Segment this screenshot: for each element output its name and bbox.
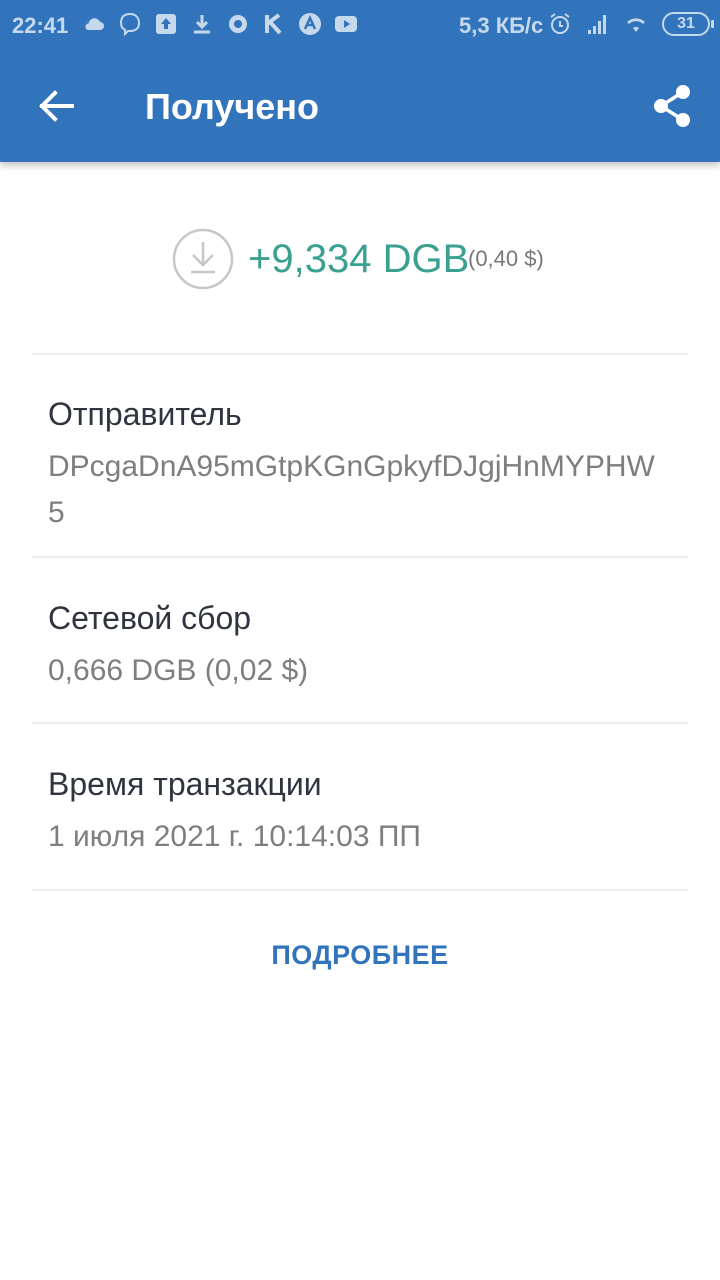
sender-label: Отправитель: [48, 396, 242, 432]
download-icon: [194, 15, 210, 34]
notification-icons: [82, 12, 358, 36]
wifi-icon: [627, 18, 645, 32]
upload-icon: [156, 14, 176, 34]
receive-download-icon: [172, 228, 234, 290]
status-bar: 22:41 5,3 КБ/с 31: [0, 0, 720, 52]
time-value: 1 июля 2021 г. 10:14:03 ПП: [48, 820, 421, 853]
viber-icon: [119, 12, 141, 36]
signal-icon: [588, 15, 606, 34]
arrow-back-icon[interactable]: [28, 78, 84, 134]
page-title: Получено: [145, 86, 320, 127]
amount-value: +9,334 DGB: [248, 237, 470, 281]
app-header: 22:41 5,3 КБ/с 31 Получено: [0, 0, 720, 162]
battery-icon: 31: [662, 12, 714, 36]
amount-row: +9,334 DGB (0,40 $): [0, 226, 720, 292]
divider: [32, 353, 688, 355]
sender-address[interactable]: DPcgaDnA95mGtpKGnGpkyfDJgjHnMYPHW5: [48, 444, 668, 536]
chat-icon: [229, 15, 247, 33]
more-details-button[interactable]: ПОДРОБНЕЕ: [260, 940, 460, 980]
share-icon[interactable]: [646, 78, 700, 134]
alarm-icon: [550, 13, 570, 34]
divider: [32, 556, 688, 558]
cloud-icon: [85, 18, 104, 30]
status-time: 22:41: [12, 13, 69, 38]
fee-label: Сетевой сбор: [48, 600, 252, 636]
fee-value: 0,666 DGB (0,02 $): [48, 654, 309, 687]
k-icon: [265, 13, 282, 35]
a-icon: [299, 13, 321, 35]
divider: [32, 722, 688, 724]
youtube-icon: [335, 16, 357, 32]
amount-fiat: (0,40 $): [468, 246, 544, 271]
system-icons: 31: [548, 12, 714, 36]
battery-level: 31: [677, 15, 695, 32]
divider: [32, 889, 688, 891]
toolbar: Получено: [0, 52, 720, 162]
time-label: Время транзакции: [48, 766, 322, 802]
network-speed: 5,3 КБ/с: [459, 13, 544, 38]
